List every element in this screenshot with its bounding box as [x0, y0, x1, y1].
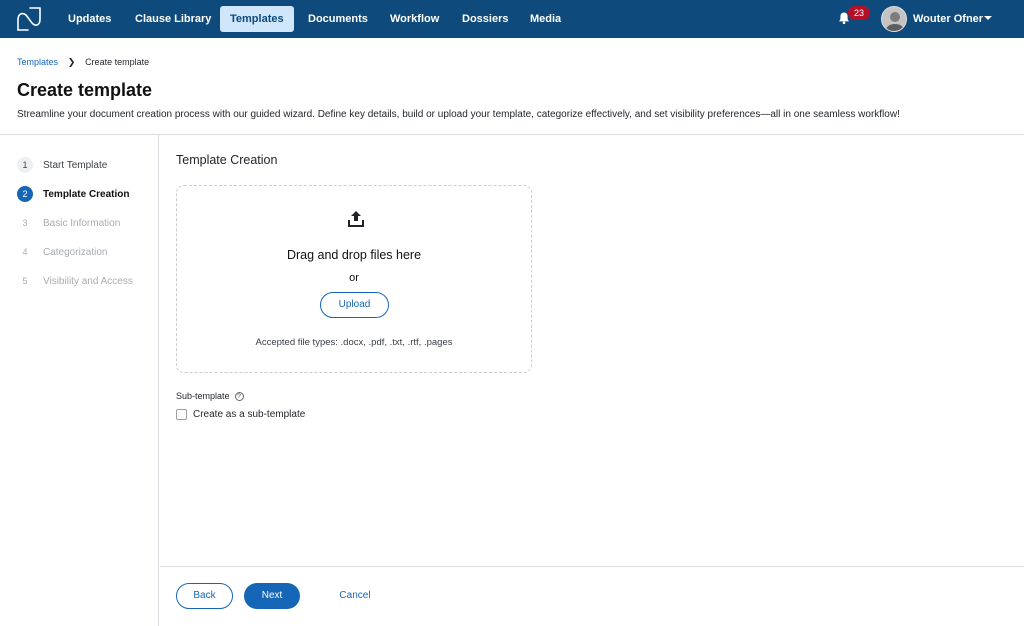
- step-number: 2: [17, 186, 33, 202]
- dropzone-title: Drag and drop files here: [286, 248, 422, 262]
- nav-documents[interactable]: Documents: [298, 6, 378, 32]
- dropzone-or: or: [349, 272, 359, 284]
- subtemplate-label-text: Sub-template: [176, 391, 230, 401]
- step-categorization: 4 Categorization: [17, 243, 107, 261]
- chevron-down-icon[interactable]: [984, 16, 992, 20]
- step-number: 4: [22, 247, 28, 257]
- footer-divider: [160, 566, 1024, 567]
- user-name[interactable]: Wouter Ofner: [913, 6, 983, 32]
- page-title: Create template: [17, 80, 153, 100]
- chevron-right-icon: ❯: [67, 57, 76, 67]
- notification-badge: 23: [848, 6, 870, 20]
- nav-templates[interactable]: Templates: [220, 6, 294, 32]
- nav-updates[interactable]: Updates: [58, 6, 121, 32]
- step-start-template[interactable]: 1 Start Template: [17, 156, 107, 174]
- user-photo-icon: [882, 7, 906, 31]
- step-label: Visibility and Access: [43, 275, 133, 287]
- nav-workflow[interactable]: Workflow: [380, 6, 449, 32]
- step-template-creation[interactable]: 2 Template Creation: [17, 185, 130, 203]
- nav-clause-library[interactable]: Clause Library: [125, 6, 221, 32]
- subtemplate-checkbox-label[interactable]: Create as a sub-template: [193, 409, 305, 420]
- user-avatar[interactable]: [881, 6, 907, 32]
- step-visibility-and-access: 5 Visibility and Access: [17, 272, 133, 290]
- app-logo-icon[interactable]: [16, 6, 42, 32]
- wizard-steps-sidebar: 1 Start Template 2 Template Creation 3 B…: [0, 135, 159, 626]
- page-description: Streamline your document creation proces…: [17, 109, 900, 120]
- step-label: Template Creation: [43, 188, 130, 200]
- subtemplate-checkbox-row[interactable]: Create as a sub-template: [176, 409, 305, 420]
- top-navigation-bar: Updates Clause Library Templates Documen…: [0, 0, 1024, 38]
- breadcrumb-current: Create template: [85, 57, 150, 67]
- subtemplate-label: Sub-template ?: [176, 391, 244, 401]
- nav-media[interactable]: Media: [520, 6, 571, 32]
- upload-button[interactable]: Upload: [320, 292, 389, 318]
- breadcrumb: Templates ❯ Create template: [17, 56, 149, 68]
- step-number: 3: [22, 218, 28, 228]
- cancel-button[interactable]: Cancel: [330, 583, 380, 609]
- step-number: 1: [17, 157, 33, 173]
- upload-icon: [348, 211, 364, 227]
- section-title: Template Creation: [176, 153, 278, 167]
- file-dropzone[interactable]: Drag and drop files here or Upload Accep…: [176, 185, 532, 373]
- accepted-file-types: Accepted file types: .docx, .pdf, .txt, …: [255, 337, 453, 348]
- help-icon[interactable]: ?: [234, 391, 244, 401]
- nav-dossiers[interactable]: Dossiers: [452, 6, 518, 32]
- back-button[interactable]: Back: [176, 583, 233, 609]
- step-number: 5: [22, 276, 28, 286]
- step-label: Basic Information: [43, 217, 121, 229]
- subtemplate-checkbox[interactable]: [176, 409, 187, 420]
- breadcrumb-templates-link[interactable]: Templates: [17, 57, 58, 67]
- next-button[interactable]: Next: [244, 583, 300, 609]
- step-label: Start Template: [43, 159, 108, 171]
- step-basic-information: 3 Basic Information: [17, 214, 120, 232]
- step-label: Categorization: [43, 246, 108, 258]
